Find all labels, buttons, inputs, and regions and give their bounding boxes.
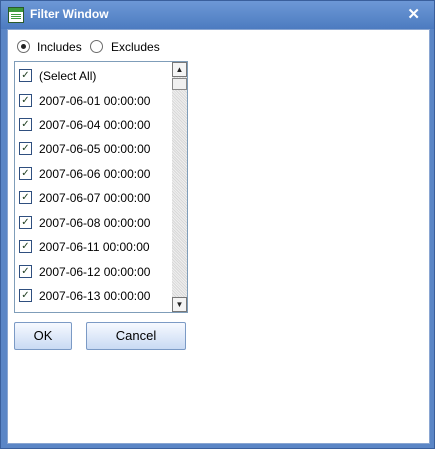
- value-list[interactable]: ✓ (Select All) ✓ 2007-06-01 00:00:00 ✓ 2…: [14, 61, 188, 313]
- radio-excludes-label[interactable]: Excludes: [111, 40, 160, 54]
- radio-selected-dot: [21, 44, 26, 49]
- checkbox[interactable]: ✓: [19, 142, 32, 155]
- list-item-label: (Select All): [39, 69, 97, 83]
- radio-includes[interactable]: [17, 40, 30, 53]
- checkbox[interactable]: ✓: [19, 94, 32, 107]
- checkbox[interactable]: ✓: [19, 118, 32, 131]
- list-scrollbar[interactable]: ▲ ▼: [172, 62, 187, 312]
- checkbox[interactable]: ✓: [19, 191, 32, 204]
- title-bar[interactable]: Filter Window ✕: [1, 1, 434, 29]
- filter-panel: Includes Excludes ✓ (Select All) ✓ 2007-…: [7, 29, 430, 444]
- cancel-button[interactable]: Cancel: [86, 322, 186, 350]
- ok-button[interactable]: OK: [14, 322, 72, 350]
- filter-window: Filter Window ✕ Includes Excludes ✓ (Sel…: [0, 0, 435, 449]
- list-item-label: 2007-06-05 00:00:00: [39, 142, 151, 156]
- list-item-label: 2007-06-07 00:00:00: [39, 191, 151, 205]
- list-item-label: 2007-06-01 00:00:00: [39, 94, 151, 108]
- checkbox[interactable]: ✓: [19, 167, 32, 180]
- checkbox[interactable]: ✓: [19, 69, 32, 82]
- window-title: Filter Window: [30, 7, 109, 21]
- checkbox[interactable]: ✓: [19, 289, 32, 302]
- list-item-label: 2007-06-13 00:00:00: [39, 289, 151, 303]
- scroll-down-icon[interactable]: ▼: [172, 297, 187, 312]
- list-item-label: 2007-06-06 00:00:00: [39, 167, 151, 181]
- list-item-label: 2007-06-08 00:00:00: [39, 216, 151, 230]
- radio-includes-label[interactable]: Includes: [37, 40, 82, 54]
- checkbox[interactable]: ✓: [19, 216, 32, 229]
- list-item-label: 2007-06-04 00:00:00: [39, 118, 151, 132]
- scroll-up-icon[interactable]: ▲: [172, 62, 187, 77]
- radio-excludes[interactable]: [90, 40, 103, 53]
- list-item-label: 2007-06-11 00:00:00: [39, 240, 150, 254]
- checkbox[interactable]: ✓: [19, 265, 32, 278]
- close-icon[interactable]: ✕: [407, 5, 420, 23]
- scroll-thumb[interactable]: [172, 78, 187, 90]
- checkbox[interactable]: ✓: [19, 240, 32, 253]
- window-icon: [8, 7, 24, 23]
- list-item-label: 2007-06-12 00:00:00: [39, 265, 151, 279]
